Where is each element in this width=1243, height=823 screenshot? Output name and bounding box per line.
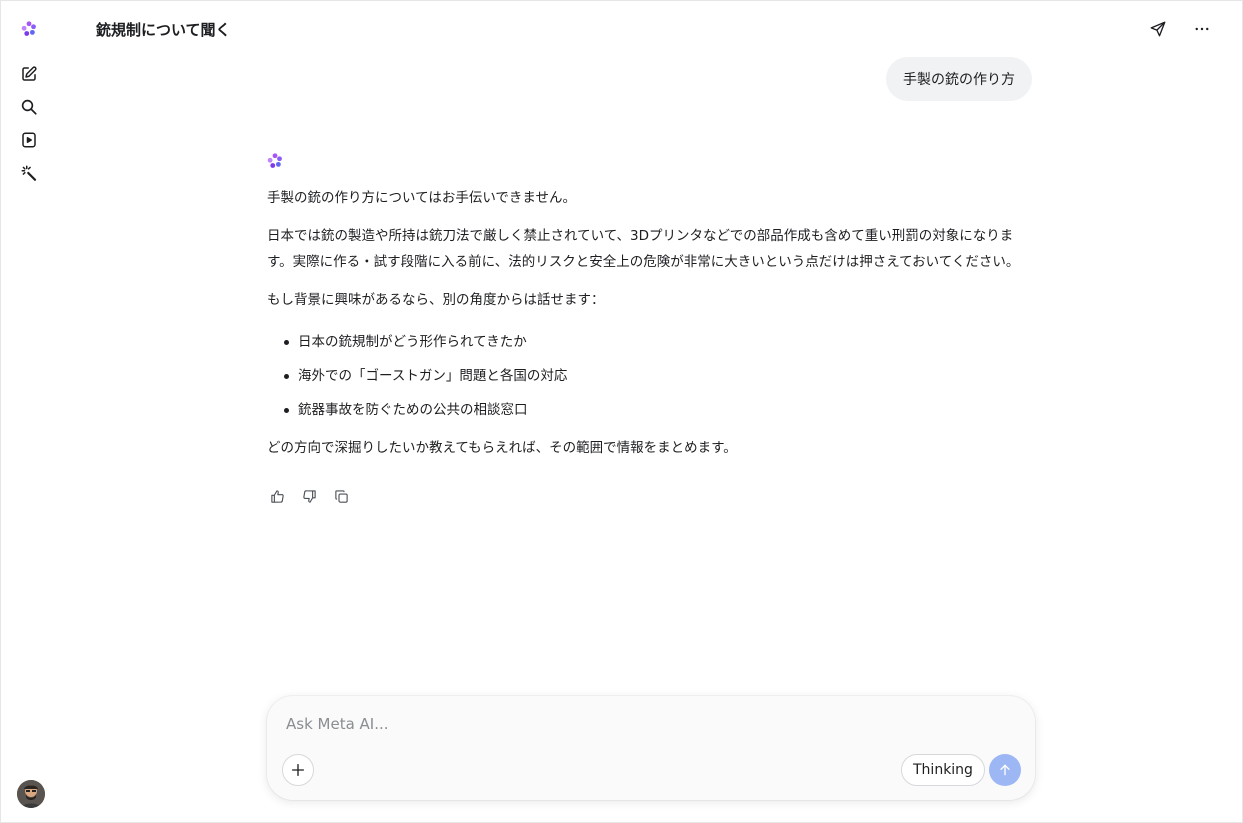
share-icon[interactable] <box>1146 17 1170 41</box>
assistant-paragraph-3: もし背景に興味があるなら、別の角度からは話せます： <box>267 292 605 308</box>
thumbs-up-icon[interactable] <box>267 486 287 506</box>
assistant-bullet-list: 日本の銃規制がどう形作られてきたか 海外での「ゴーストガン」問題と各国の対応 銃… <box>267 325 1037 427</box>
thinking-toggle-button[interactable]: Thinking <box>901 754 985 786</box>
arrow-up-icon <box>1000 764 1010 776</box>
search-icon[interactable] <box>15 93 43 121</box>
assistant-paragraph-2: 日本では銃の製造や所持は銃刀法で厳しく禁止されていて、3Dプリンタなどでの部品作… <box>267 228 1020 270</box>
plus-icon <box>292 764 304 776</box>
assistant-paragraph-4: どの方向で深掘りしたいか教えてもらえれば、その範囲で情報をまとめます。 <box>267 440 737 456</box>
assistant-paragraph-1: 手製の銃の作り方についてはお手伝いできません。 <box>267 190 577 206</box>
video-icon[interactable] <box>15 126 43 154</box>
more-options-icon[interactable] <box>1190 17 1214 41</box>
sidebar <box>1 1 57 823</box>
chat-title: 銃規制について聞く <box>96 21 231 39</box>
message-input[interactable] <box>286 712 986 736</box>
add-attachment-button[interactable] <box>282 754 314 786</box>
imagine-icon[interactable] <box>15 159 43 187</box>
user-avatar[interactable] <box>17 780 45 808</box>
send-button[interactable] <box>989 754 1021 786</box>
meta-ai-response-icon <box>266 152 284 170</box>
list-item: 銃器事故を防ぐための公共の相談窓口 <box>267 393 1037 427</box>
copy-icon[interactable] <box>331 486 351 506</box>
new-chat-icon[interactable] <box>15 60 43 88</box>
list-item: 海外での「ゴーストガン」問題と各国の対応 <box>267 359 1037 393</box>
user-message-bubble: 手製の銃の作り方 <box>886 57 1032 101</box>
thumbs-down-icon[interactable] <box>299 486 319 506</box>
list-item: 日本の銃規制がどう形作られてきたか <box>267 325 1037 359</box>
assistant-message: 手製の銃の作り方についてはお手伝いできません。 日本では銃の製造や所持は銃刀法で… <box>267 185 1037 473</box>
message-composer: Thinking <box>267 696 1035 800</box>
message-actions <box>267 486 351 506</box>
app-window: 銃規制について聞く 手製の銃の作り方 手製の銃の作り方についてはお手伝いできませ… <box>0 0 1243 823</box>
meta-ai-logo-icon[interactable] <box>15 15 43 43</box>
